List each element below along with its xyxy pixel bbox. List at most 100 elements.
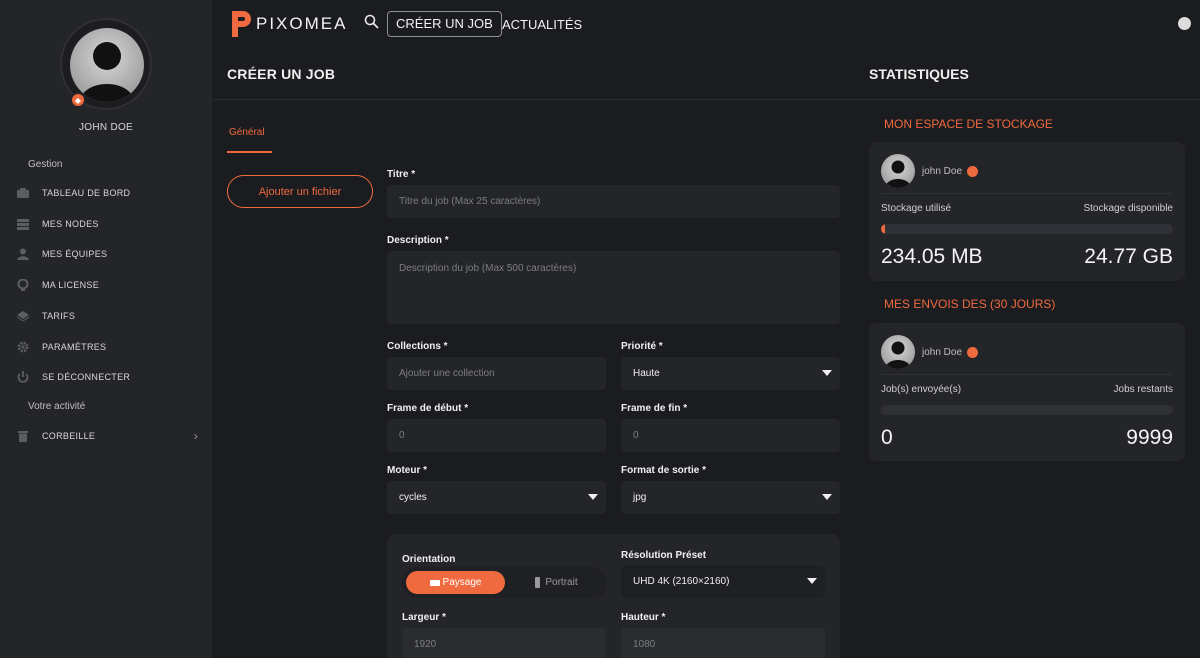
nav-create-job[interactable]: CRÉER UN JOB	[387, 11, 502, 37]
collections-label: Collections *	[387, 341, 448, 352]
sidebar-item-dashboard[interactable]: TABLEAU DE BORD	[16, 182, 206, 204]
sidebar-item-label: TARIFS	[42, 311, 76, 321]
output-format-value: jpg	[633, 492, 647, 503]
gear-icon	[16, 340, 30, 354]
priority-label: Priorité *	[621, 341, 663, 352]
height-input[interactable]: 1080	[621, 628, 825, 658]
avatar[interactable]: ◆	[60, 18, 152, 110]
portrait-icon	[535, 577, 541, 588]
globe-icon[interactable]	[1178, 17, 1191, 30]
frame-start-input[interactable]: 0	[387, 419, 606, 452]
chevron-down-icon	[588, 494, 598, 500]
engine-value: cycles	[399, 492, 427, 503]
avatar-image	[70, 28, 144, 102]
uploads-heading: MES ENVOIS DES (30 JOURS)	[884, 297, 1056, 311]
description-input[interactable]: Description du job (Max 500 caractères)	[387, 251, 840, 324]
landscape-label: Paysage	[442, 577, 482, 588]
nodes-icon	[16, 217, 30, 231]
sidebar-item-trash[interactable]: CORBEILLE ›	[16, 425, 206, 447]
avatar	[881, 335, 915, 369]
sidebar-item-pricing[interactable]: TARIFS	[16, 305, 206, 327]
jobs-remaining-label: Jobs restants	[1113, 384, 1173, 395]
jobs-sent-label: Job(s) envoyée(s)	[881, 384, 962, 395]
topbar: PIXOMEA CRÉER UN JOB ACTUALITÉS	[212, 0, 1200, 48]
sidebar-item-label: MES ÉQUIPES	[42, 249, 108, 259]
portrait-label: Portrait	[545, 577, 578, 588]
storage-available-label: Stockage disponible	[1083, 203, 1173, 214]
height-label: Hauteur *	[621, 612, 666, 623]
user-badge-icon	[967, 346, 979, 358]
trash-icon	[16, 429, 30, 443]
engine-select[interactable]: cycles	[387, 481, 606, 514]
sidebar-username: JOHN DOE	[78, 122, 134, 133]
title-input[interactable]: Titre du job (Max 25 caractères)	[387, 185, 840, 218]
output-format-label: Format de sortie *	[621, 465, 707, 476]
jobs-remaining-value: 9999	[1126, 426, 1173, 449]
collections-input[interactable]: Ajouter une collection	[387, 357, 606, 390]
priority-value: Haute	[633, 368, 660, 379]
sidebar-item-label: SE DÉCONNECTER	[42, 372, 131, 382]
sidebar-item-label: MES NODES	[42, 219, 99, 229]
sidebar-item-settings[interactable]: PARAMÈTRES	[16, 336, 206, 358]
card-divider	[881, 374, 1173, 375]
chevron-down-icon	[822, 370, 832, 376]
dashboard-icon	[16, 186, 30, 200]
nav-news[interactable]: ACTUALITÉS	[502, 17, 582, 32]
storage-available-value: 24.77 GB	[1084, 245, 1173, 268]
width-label: Largeur *	[402, 612, 446, 623]
frame-end-input[interactable]: 0	[621, 419, 840, 452]
section-label-activity: Votre activité	[28, 401, 86, 412]
orientation-label: Orientation	[402, 554, 456, 565]
sidebar-item-label: TABLEAU DE BORD	[42, 188, 131, 198]
tab-general[interactable]: Général	[229, 127, 265, 138]
sidebar-item-label: CORBEILLE	[42, 431, 96, 441]
search-icon[interactable]	[364, 14, 380, 30]
user-badge-icon	[967, 165, 979, 177]
logo-mark-icon	[230, 9, 252, 39]
power-icon	[16, 370, 30, 384]
storage-card-user: john Doe	[881, 154, 979, 188]
chevron-down-icon	[807, 578, 817, 584]
jobs-sent-value: 0	[881, 426, 893, 449]
uploads-user-name: john Doe	[922, 346, 963, 358]
sidebar-item-logout[interactable]: SE DÉCONNECTER	[16, 366, 206, 388]
preset-label: Résolution Préset	[621, 550, 707, 561]
storage-used-label: Stockage utilisé	[881, 203, 952, 214]
storage-card: john Doe Stockage utilisé Stockage dispo…	[869, 142, 1185, 281]
header-divider	[212, 99, 1200, 100]
logo-text: PIXOMEA	[256, 14, 348, 33]
storage-user-name: john Doe	[922, 165, 963, 177]
orientation-landscape-button[interactable]: Paysage	[406, 571, 505, 594]
preset-value: UHD 4K (2160×2160)	[633, 576, 730, 587]
width-input[interactable]: 1920	[402, 628, 606, 658]
uploads-card-user: john Doe	[881, 335, 979, 369]
priority-select[interactable]: Haute	[621, 357, 840, 390]
description-label: Description *	[387, 235, 449, 246]
uploads-progress-bar	[881, 405, 1173, 415]
sidebar: ◆ JOHN DOE Gestion TABLEAU DE BORD MES N…	[0, 0, 212, 658]
sidebar-item-nodes[interactable]: MES NODES	[16, 213, 206, 235]
license-icon	[16, 278, 30, 292]
add-file-button[interactable]: Ajouter un fichier	[227, 175, 373, 208]
sidebar-item-label: MA LICENSE	[42, 280, 100, 290]
avatar	[881, 154, 915, 188]
engine-label: Moteur *	[387, 465, 427, 476]
logo[interactable]: PIXOMEA	[230, 9, 347, 39]
sidebar-item-teams[interactable]: MES ÉQUIPES	[16, 243, 206, 265]
storage-heading: MON ESPACE DE STOCKAGE	[884, 117, 1053, 131]
storage-progress-fill	[881, 224, 886, 234]
output-format-select[interactable]: jpg	[621, 481, 840, 514]
chevron-down-icon	[822, 494, 832, 500]
stats-title: STATISTIQUES	[869, 66, 969, 82]
frame-end-label: Frame de fin *	[621, 403, 688, 414]
title-label: Titre *	[387, 169, 416, 180]
card-divider	[881, 193, 1173, 194]
sidebar-item-license[interactable]: MA LICENSE	[16, 274, 206, 296]
tag-icon	[16, 309, 30, 323]
app-root: ◆ JOHN DOE Gestion TABLEAU DE BORD MES N…	[0, 0, 1200, 658]
user-icon	[16, 247, 30, 261]
uploads-card: john Doe Job(s) envoyée(s) Jobs restants…	[869, 323, 1185, 461]
section-label-gestion: Gestion	[28, 159, 63, 170]
preset-select[interactable]: UHD 4K (2160×2160)	[621, 565, 825, 598]
orientation-portrait-button[interactable]: Portrait	[509, 571, 604, 594]
